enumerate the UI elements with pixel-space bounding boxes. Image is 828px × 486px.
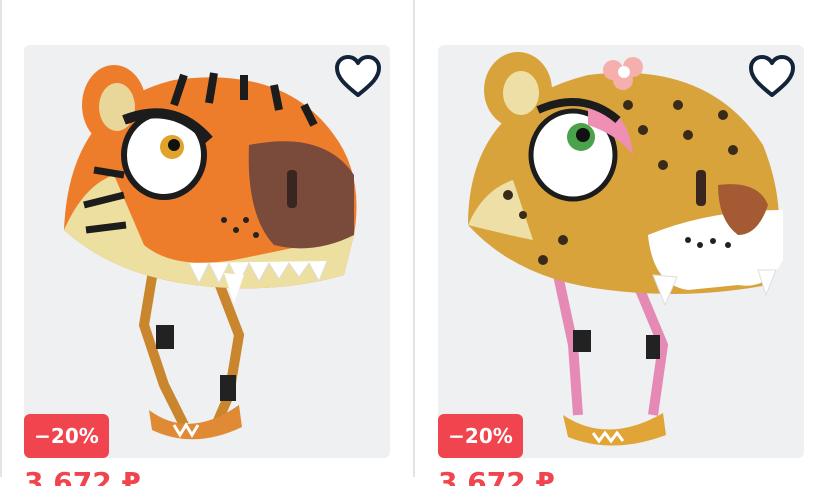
product-card-tiger[interactable]: −20% (24, 45, 390, 458)
card-divider-middle (413, 0, 415, 477)
favorite-button[interactable] (334, 55, 382, 99)
discount-badge: −20% (24, 414, 109, 458)
product-image-tiger[interactable] (24, 45, 390, 458)
card-divider-left (0, 0, 2, 477)
product-image-leopard[interactable] (438, 45, 804, 458)
tiger-helmet-illustration (64, 65, 357, 440)
leopard-helmet-illustration (468, 52, 783, 446)
heart-outline-icon (749, 55, 795, 97)
product-price: 3 672 ₽ (24, 466, 141, 486)
heart-outline-icon (335, 55, 381, 97)
product-card-leopard[interactable]: −20% (438, 45, 804, 458)
favorite-button[interactable] (748, 55, 796, 99)
discount-badge: −20% (438, 414, 523, 458)
product-price: 3 672 ₽ (438, 466, 555, 486)
